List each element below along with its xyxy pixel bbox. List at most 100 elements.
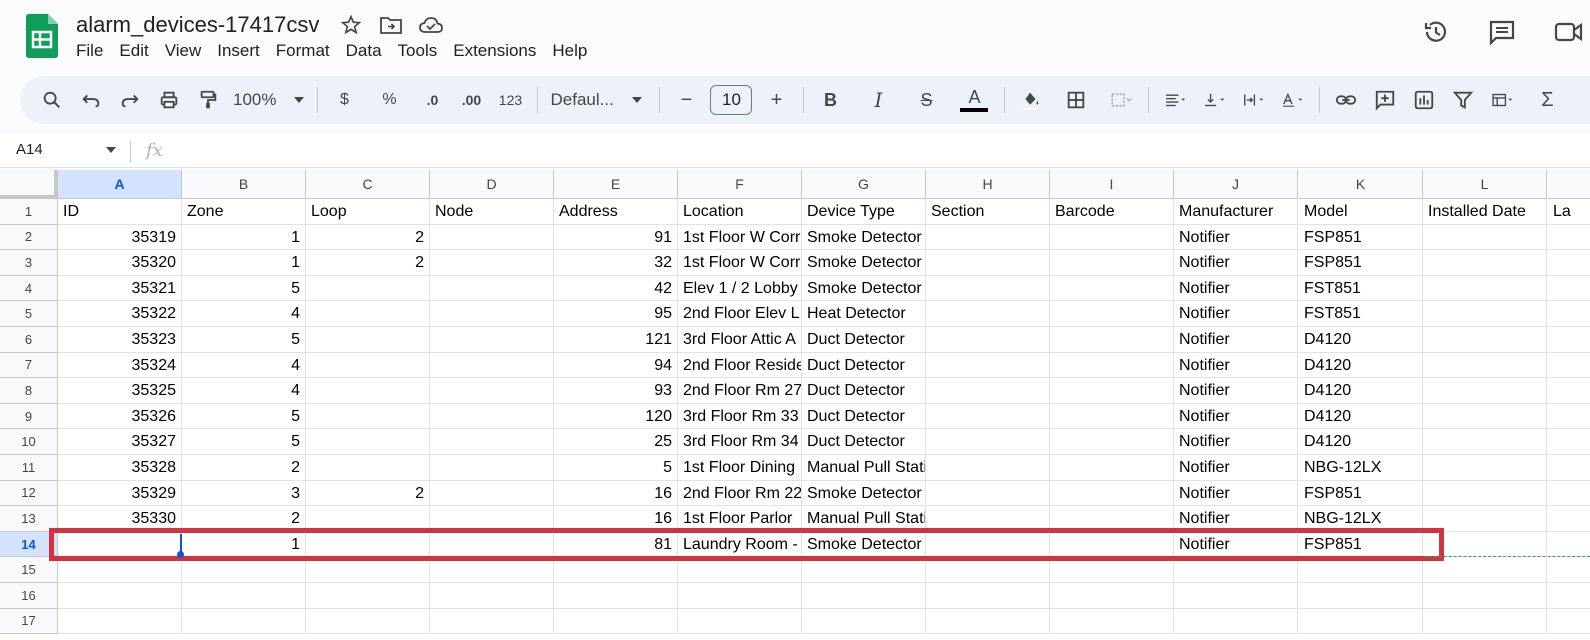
header-cell[interactable]: Node <box>430 199 554 225</box>
table-cell[interactable]: 35326 <box>58 403 182 430</box>
table-cell[interactable]: 93 <box>554 378 678 404</box>
table-cell[interactable]: 5 <box>182 429 306 455</box>
table-cell[interactable]: Notifier <box>1174 250 1298 276</box>
table-cell[interactable] <box>1548 429 1590 455</box>
table-cell[interactable] <box>1050 403 1174 430</box>
table-cell[interactable] <box>926 557 1050 583</box>
table-cell[interactable]: 35321 <box>58 275 182 302</box>
header-cell[interactable]: Device Type <box>802 199 926 225</box>
table-cell[interactable]: 35325 <box>58 378 182 404</box>
table-cell[interactable] <box>554 608 678 635</box>
name-box[interactable]: A14 <box>16 141 120 158</box>
paint-format-icon[interactable] <box>194 83 222 117</box>
column-header-a[interactable]: A <box>58 170 182 199</box>
table-cell[interactable] <box>430 480 554 507</box>
menu-help[interactable]: Help <box>552 41 596 61</box>
table-cell[interactable] <box>1423 557 1547 583</box>
table-cell[interactable] <box>58 583 182 609</box>
table-cell[interactable] <box>926 224 1050 251</box>
menu-extensions[interactable]: Extensions <box>453 41 545 61</box>
row-header-5[interactable]: 5 <box>0 301 58 327</box>
table-cell[interactable] <box>430 275 554 302</box>
table-cell[interactable] <box>430 250 554 276</box>
table-cell[interactable]: 35323 <box>58 327 182 353</box>
table-cell[interactable]: 25 <box>554 429 678 455</box>
table-cell[interactable]: 4 <box>182 301 306 327</box>
table-cell[interactable]: Duct Detector <box>802 429 926 455</box>
number-format-button[interactable]: 123 <box>496 83 524 117</box>
decrease-font-size-button[interactable]: − <box>672 83 700 117</box>
table-cell[interactable] <box>926 608 1050 635</box>
table-cell[interactable]: 2 <box>306 224 430 251</box>
table-cell[interactable] <box>1548 532 1590 558</box>
version-history-icon[interactable] <box>1420 16 1452 48</box>
comments-icon[interactable] <box>1486 16 1518 48</box>
increase-decimal-button[interactable]: .00 <box>457 83 485 117</box>
table-cell[interactable] <box>430 455 554 481</box>
table-cell[interactable] <box>430 301 554 327</box>
table-cell[interactable] <box>306 557 430 583</box>
table-cell[interactable] <box>802 608 926 635</box>
table-cell[interactable]: 1st Floor W Corr <box>678 250 802 276</box>
table-cell[interactable] <box>306 403 430 430</box>
table-cell[interactable]: 120 <box>554 403 678 430</box>
table-cell[interactable]: Duct Detector <box>802 403 926 430</box>
row-header-3[interactable]: 3 <box>0 250 58 276</box>
table-cell[interactable] <box>1299 608 1423 635</box>
strikethrough-button[interactable]: S <box>912 83 940 117</box>
table-cell[interactable]: 2nd Floor Elev L <box>678 301 802 327</box>
font-size-input[interactable]: 10 <box>710 85 753 115</box>
table-cell[interactable]: Notifier <box>1174 429 1298 455</box>
table-cell[interactable]: 5 <box>554 455 678 481</box>
merge-cells-icon[interactable] <box>1107 83 1135 117</box>
table-cell[interactable]: Notifier <box>1174 224 1298 251</box>
table-cell[interactable] <box>678 583 802 609</box>
spreadsheet-grid[interactable]: A B C D E F G H I J K L 1 ID Zone Loop Node Address Locati… <box>0 170 1590 640</box>
redo-icon[interactable] <box>116 83 144 117</box>
table-cell[interactable] <box>554 583 678 609</box>
row-header-9[interactable]: 9 <box>0 403 58 430</box>
column-header-d[interactable]: D <box>430 170 554 199</box>
table-cell[interactable]: 42 <box>554 275 678 302</box>
table-cell[interactable] <box>306 608 430 635</box>
table-cell[interactable]: 2nd Floor Reside <box>678 352 802 379</box>
menu-data[interactable]: Data <box>346 41 391 61</box>
table-cell[interactable]: Notifier <box>1174 352 1298 379</box>
table-cell[interactable] <box>430 327 554 353</box>
filter-views-icon[interactable] <box>1488 83 1516 117</box>
table-cell[interactable]: FSP851 <box>1299 480 1423 507</box>
move-folder-icon[interactable] <box>378 12 404 38</box>
table-cell[interactable] <box>926 455 1050 481</box>
table-cell[interactable] <box>1548 378 1590 404</box>
italic-button[interactable]: I <box>864 83 892 117</box>
bold-button[interactable]: B <box>816 83 844 117</box>
table-cell[interactable]: 3rd Floor Rm 33 <box>678 403 802 430</box>
column-header-f[interactable]: F <box>678 170 802 199</box>
table-cell[interactable]: Notifier <box>1174 275 1298 302</box>
table-cell[interactable] <box>1423 608 1547 635</box>
table-cell[interactable] <box>430 583 554 609</box>
sheets-logo-icon[interactable] <box>26 14 58 58</box>
search-icon[interactable] <box>38 83 66 117</box>
row-header-1[interactable]: 1 <box>0 199 58 225</box>
increase-font-size-button[interactable]: + <box>762 83 790 117</box>
vertical-align-icon[interactable] <box>1200 83 1228 117</box>
table-cell[interactable] <box>1423 327 1547 353</box>
table-cell[interactable]: 2 <box>306 480 430 507</box>
table-cell[interactable] <box>1174 608 1298 635</box>
table-cell[interactable]: Duct Detector <box>802 352 926 379</box>
header-cell[interactable]: Barcode <box>1050 199 1174 225</box>
insert-chart-icon[interactable] <box>1410 83 1438 117</box>
table-cell[interactable] <box>58 557 182 583</box>
table-cell[interactable] <box>926 480 1050 507</box>
row-header-12[interactable]: 12 <box>0 480 58 507</box>
header-cell[interactable]: Loop <box>306 199 430 225</box>
table-cell[interactable] <box>182 608 306 635</box>
table-cell[interactable] <box>430 378 554 404</box>
table-cell[interactable]: 1 <box>182 224 306 251</box>
table-cell[interactable]: Smoke Detector <box>802 250 926 276</box>
undo-icon[interactable] <box>77 83 105 117</box>
table-cell[interactable]: 5 <box>182 327 306 353</box>
table-cell[interactable] <box>306 327 430 353</box>
table-cell[interactable] <box>1423 480 1547 507</box>
